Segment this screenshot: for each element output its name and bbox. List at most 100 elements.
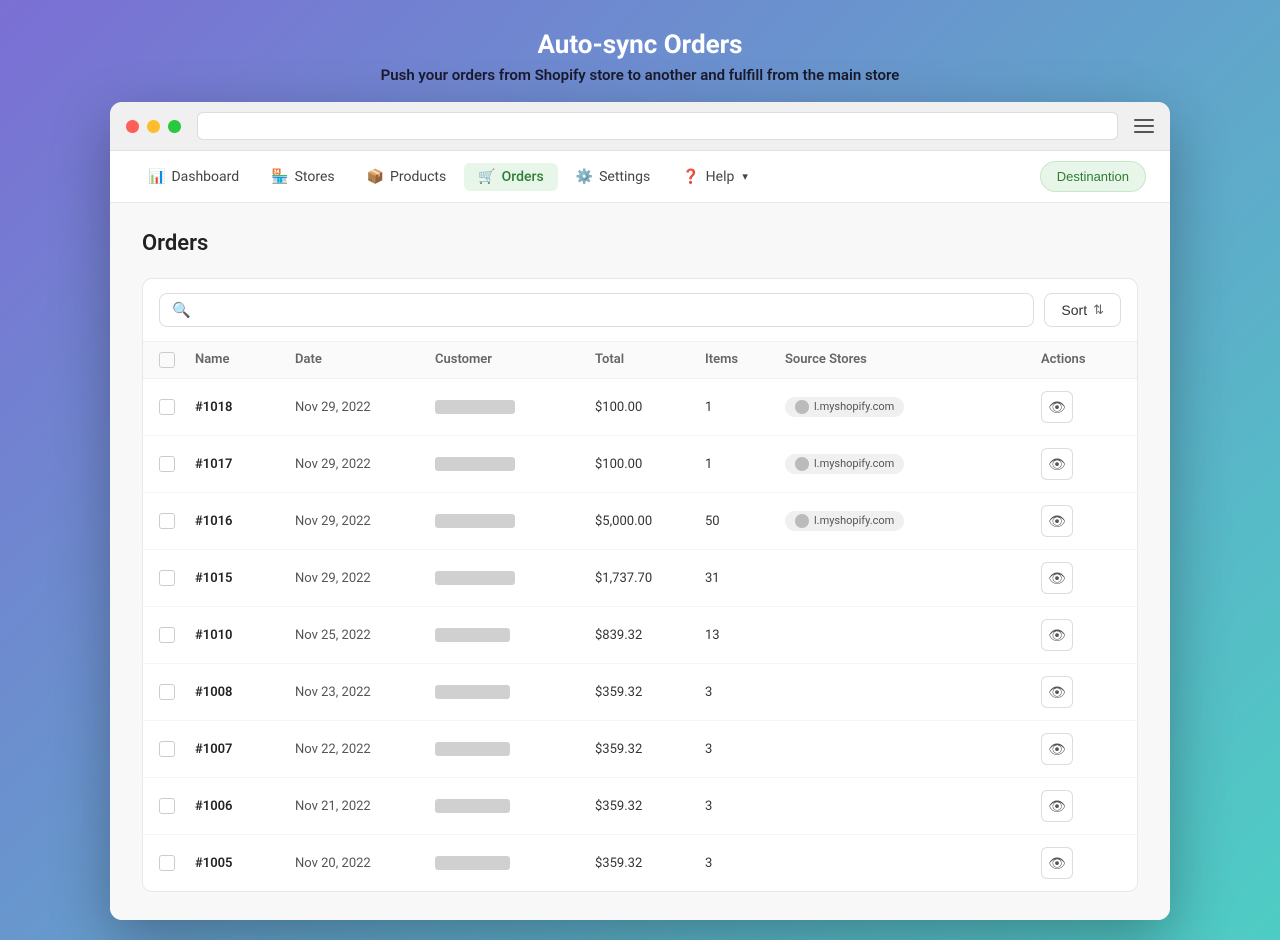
table-row: #1010 Nov 25, 2022 $839.32 13 👁 (143, 607, 1137, 664)
help-icon: ❓ (682, 169, 699, 185)
row-total-8: $359.32 (595, 856, 705, 871)
sidebar-item-products[interactable]: 📦 Products (353, 163, 461, 191)
row-items-7: 3 (705, 799, 785, 814)
table-row: #1016 Nov 29, 2022 $5,000.00 50 l.myshop… (143, 493, 1137, 550)
row-action-7[interactable]: 👁 (1041, 790, 1121, 822)
sort-button[interactable]: Sort ⇅ (1044, 293, 1121, 327)
view-button-6[interactable]: 👁 (1041, 733, 1073, 765)
title-bar (110, 102, 1170, 151)
settings-icon: ⚙️ (576, 169, 593, 185)
table-header: Name Date Customer Total Items Source St… (143, 342, 1137, 379)
col-date: Date (295, 352, 435, 368)
view-button-5[interactable]: 👁 (1041, 676, 1073, 708)
menu-icon[interactable] (1134, 119, 1154, 133)
row-items-4: 13 (705, 628, 785, 643)
row-checkbox-6[interactable] (159, 741, 195, 757)
row-date-7: Nov 21, 2022 (295, 799, 435, 814)
row-action-6[interactable]: 👁 (1041, 733, 1121, 765)
col-total: Total (595, 352, 705, 368)
table-row: #1017 Nov 29, 2022 $100.00 1 l.myshopify… (143, 436, 1137, 493)
row-date-8: Nov 20, 2022 (295, 856, 435, 871)
table-row: #1018 Nov 29, 2022 $100.00 1 l.myshopify… (143, 379, 1137, 436)
row-id-0: #1018 (195, 400, 295, 415)
col-source-stores: Source Stores (785, 352, 1041, 368)
row-action-8[interactable]: 👁 (1041, 847, 1121, 879)
sidebar-item-orders[interactable]: 🛒 Orders (464, 163, 557, 191)
row-checkbox-3[interactable] (159, 570, 195, 586)
row-checkbox-7[interactable] (159, 798, 195, 814)
url-bar[interactable] (197, 112, 1118, 140)
row-checkbox-8[interactable] (159, 855, 195, 871)
row-items-8: 3 (705, 856, 785, 871)
row-action-1[interactable]: 👁 (1041, 448, 1121, 480)
sidebar-item-settings[interactable]: ⚙️ Settings (562, 163, 665, 191)
row-id-6: #1007 (195, 742, 295, 757)
row-checkbox-0[interactable] (159, 399, 195, 415)
row-checkbox-1[interactable] (159, 456, 195, 472)
row-date-6: Nov 22, 2022 (295, 742, 435, 757)
view-button-8[interactable]: 👁 (1041, 847, 1073, 879)
page-title: Auto-sync Orders (381, 30, 900, 60)
row-total-5: $359.32 (595, 685, 705, 700)
store-avatar-icon (795, 400, 809, 414)
row-items-3: 31 (705, 571, 785, 586)
store-avatar-icon (795, 457, 809, 471)
sort-icon: ⇅ (1093, 302, 1104, 318)
row-items-0: 1 (705, 400, 785, 415)
table-row: #1007 Nov 22, 2022 $359.32 3 👁 (143, 721, 1137, 778)
orders-section-title: Orders (142, 231, 1138, 256)
sidebar-item-stores[interactable]: 🏪 Stores (257, 163, 348, 191)
table-row: #1008 Nov 23, 2022 $359.32 3 👁 (143, 664, 1137, 721)
row-action-5[interactable]: 👁 (1041, 676, 1121, 708)
row-checkbox-5[interactable] (159, 684, 195, 700)
row-customer-0 (435, 400, 595, 415)
col-name: Name (195, 352, 295, 368)
stores-icon: 🏪 (271, 169, 288, 185)
view-button-3[interactable]: 👁 (1041, 562, 1073, 594)
select-all-checkbox[interactable] (159, 352, 175, 368)
store-avatar-icon (795, 514, 809, 528)
view-button-1[interactable]: 👁 (1041, 448, 1073, 480)
row-customer-1 (435, 457, 595, 472)
row-action-2[interactable]: 👁 (1041, 505, 1121, 537)
minimize-button[interactable] (147, 120, 160, 133)
destination-button[interactable]: Destinantion (1040, 161, 1146, 192)
sidebar-item-help[interactable]: ❓ Help ▾ (668, 163, 762, 191)
maximize-button[interactable] (168, 120, 181, 133)
orders-icon: 🛒 (478, 169, 495, 185)
row-total-3: $1,737.70 (595, 571, 705, 586)
main-content: Orders 🔍 Sort ⇅ Name Date C (110, 203, 1170, 920)
row-date-2: Nov 29, 2022 (295, 514, 435, 529)
table-body: #1018 Nov 29, 2022 $100.00 1 l.myshopify… (143, 379, 1137, 891)
search-bar-row: 🔍 Sort ⇅ (143, 279, 1137, 342)
view-button-4[interactable]: 👁 (1041, 619, 1073, 651)
row-id-3: #1015 (195, 571, 295, 586)
row-id-7: #1006 (195, 799, 295, 814)
row-action-4[interactable]: 👁 (1041, 619, 1121, 651)
row-checkbox-4[interactable] (159, 627, 195, 643)
row-checkbox-2[interactable] (159, 513, 195, 529)
checkbox-header (159, 352, 195, 368)
search-icon: 🔍 (172, 301, 191, 319)
row-items-1: 1 (705, 457, 785, 472)
row-id-5: #1008 (195, 685, 295, 700)
products-icon: 📦 (367, 169, 384, 185)
row-customer-8 (435, 856, 595, 871)
row-action-3[interactable]: 👁 (1041, 562, 1121, 594)
row-total-4: $839.32 (595, 628, 705, 643)
row-id-8: #1005 (195, 856, 295, 871)
close-button[interactable] (126, 120, 139, 133)
row-action-0[interactable]: 👁 (1041, 391, 1121, 423)
row-customer-5 (435, 685, 595, 700)
row-date-1: Nov 29, 2022 (295, 457, 435, 472)
view-button-7[interactable]: 👁 (1041, 790, 1073, 822)
app-window: 📊 Dashboard 🏪 Stores 📦 Products 🛒 Orders… (110, 102, 1170, 920)
search-input[interactable] (199, 302, 1022, 318)
page-subtitle: Push your orders from Shopify store to a… (381, 66, 900, 84)
row-total-0: $100.00 (595, 400, 705, 415)
sidebar-item-dashboard[interactable]: 📊 Dashboard (134, 163, 253, 191)
row-items-2: 50 (705, 514, 785, 529)
view-button-0[interactable]: 👁 (1041, 391, 1073, 423)
view-button-2[interactable]: 👁 (1041, 505, 1073, 537)
row-date-4: Nov 25, 2022 (295, 628, 435, 643)
